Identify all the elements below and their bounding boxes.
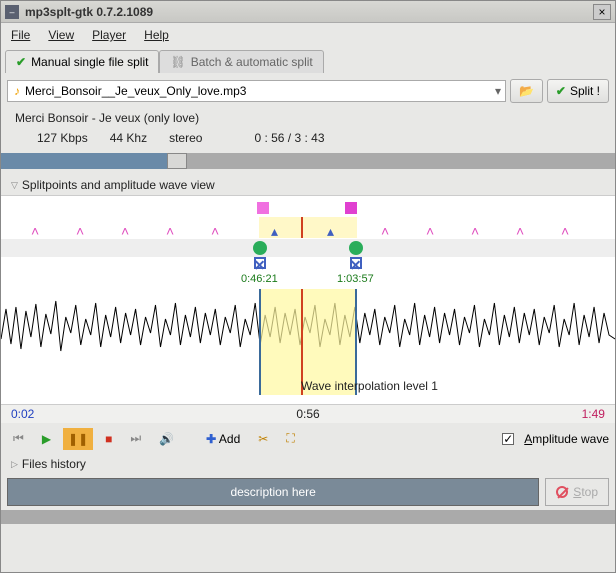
tab-manual-split[interactable]: ✔ Manual single file split — [5, 50, 159, 73]
stop-process-button: Stop — [545, 478, 609, 506]
stop-circle-icon — [556, 486, 568, 498]
timeline: 0:02 0:56 1:49 — [1, 405, 615, 423]
file-name: Merci_Bonsoir__Je_veux_Only_love.mp3 — [25, 84, 246, 98]
progress-played — [1, 153, 167, 169]
splitpoint-handle-b[interactable] — [349, 241, 363, 255]
wave-interpolation-label: Wave interpolation level 1 — [301, 379, 438, 393]
volume-button[interactable]: 🔊 — [153, 428, 180, 450]
expander-icon: ▽ — [11, 180, 18, 191]
check-icon: ✔ — [16, 55, 26, 69]
slider-thumb[interactable] — [167, 153, 187, 169]
chevron-down-icon[interactable]: ▾ — [495, 84, 501, 98]
system-menu-icon[interactable]: – — [5, 5, 19, 19]
timeline-current: 0:56 — [296, 407, 319, 421]
playback-position: 0 : 56 / 3 : 43 — [254, 131, 324, 145]
waveform[interactable]: Wave interpolation level 1 — [1, 289, 615, 395]
zoom-button[interactable]: ⛶ — [280, 427, 300, 450]
tab-label: Batch & automatic split — [191, 55, 313, 69]
progress-remaining — [187, 153, 615, 169]
chain-icon: ⛓ — [170, 55, 185, 69]
splitpoint-delete-b[interactable] — [350, 257, 362, 269]
splitpoint-handle-a[interactable] — [253, 241, 267, 255]
amplitude-label: Amplitude wave — [524, 432, 609, 446]
amplitude-checkbox[interactable]: ✓ — [502, 433, 514, 445]
bitrate: 127 Kbps — [37, 131, 88, 145]
pause-button[interactable]: ❚❚ — [63, 428, 93, 450]
menu-view[interactable]: View — [48, 28, 74, 42]
description-input[interactable]: description here — [7, 478, 539, 506]
skip-forward-button[interactable]: ⏭ — [124, 427, 147, 450]
stop-button[interactable]: ■ — [99, 428, 118, 450]
splitpoint-time-a: 0:46:21 — [241, 273, 278, 285]
close-icon[interactable]: × — [593, 4, 611, 20]
channels: stereo — [169, 131, 202, 145]
menu-file[interactable]: File — [11, 28, 30, 42]
expander-icon: ▷ — [11, 459, 18, 470]
split-button[interactable]: ✔ Split ! — [547, 79, 609, 103]
splitpoint-marker-b[interactable] — [345, 202, 357, 214]
split-label: Split ! — [570, 84, 600, 98]
tab-label: Manual single file split — [31, 55, 148, 69]
play-button[interactable]: ▶ — [36, 428, 57, 450]
window-title: mp3splt-gtk 0.7.2.1089 — [25, 5, 593, 19]
menubar: File View Player Help — [1, 23, 615, 47]
tick-row: ˄˄ ˄˄ ˄▴ ▴˄ ˄˄ ˄˄ — [1, 217, 615, 239]
playback-slider[interactable] — [1, 153, 615, 169]
plus-icon: ✚ — [206, 432, 216, 446]
splitpoint-time-b: 1:03:57 — [337, 273, 374, 285]
music-note-icon: ♪ — [14, 84, 20, 98]
frequency: 44 Khz — [110, 131, 147, 145]
track-title: Merci Bonsoir - Je veux (only love) — [1, 109, 615, 127]
menu-help[interactable]: Help — [144, 28, 169, 42]
folder-open-icon: 📂 — [519, 84, 534, 98]
cut-button[interactable]: ✂ — [252, 428, 274, 450]
add-button[interactable]: ✚ Add — [200, 428, 246, 450]
timeline-start: 0:02 — [11, 407, 34, 421]
check-icon: ✔ — [556, 84, 566, 98]
splitpoint-marker-a[interactable] — [257, 202, 269, 214]
bottom-progress-bar — [1, 510, 615, 524]
menu-player[interactable]: Player — [92, 28, 126, 42]
tab-batch-split[interactable]: ⛓ Batch & automatic split — [159, 50, 323, 73]
file-input[interactable]: ♪ Merci_Bonsoir__Je_veux_Only_love.mp3 ▾ — [7, 80, 506, 102]
splitpoint-delete-a[interactable] — [254, 257, 266, 269]
timeline-end: 1:49 — [582, 407, 605, 421]
skip-back-button[interactable]: ⏮ — [7, 427, 30, 450]
section-splitpoints[interactable]: ▽ Splitpoints and amplitude wave view — [1, 175, 615, 195]
open-file-button[interactable]: 📂 — [510, 79, 543, 103]
wave-area: ˄˄ ˄˄ ˄▴ ▴˄ ˄˄ ˄˄ 0:46:21 1:03:57 Wave i… — [1, 195, 615, 405]
section-files-history[interactable]: ▷ Files history — [1, 454, 615, 474]
